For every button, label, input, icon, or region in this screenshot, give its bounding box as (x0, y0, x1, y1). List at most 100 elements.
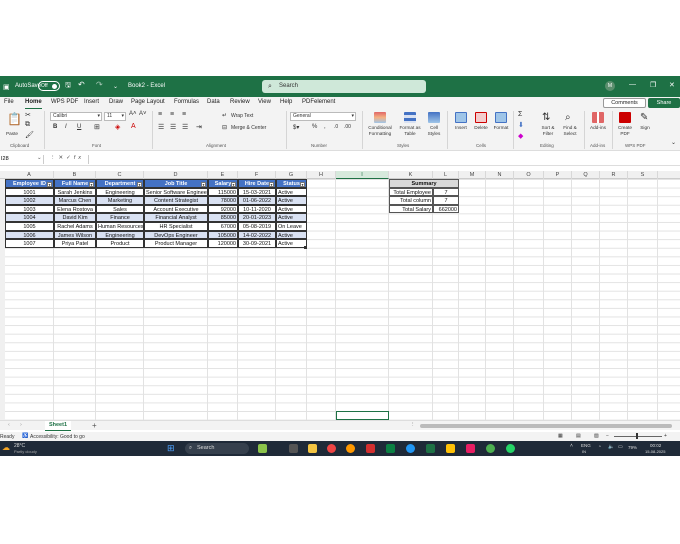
addins-icon[interactable] (592, 112, 604, 123)
autosum-icon[interactable]: Σ (518, 111, 522, 118)
summary-value[interactable]: 662000 (433, 204, 459, 214)
table-cell[interactable]: James Wilson (54, 230, 96, 240)
align-center-icon[interactable]: ☰ (170, 123, 176, 131)
customize-qat-icon[interactable]: ⌄ (113, 83, 118, 90)
table-cell[interactable]: Engineering (96, 230, 144, 240)
table-header-cell[interactable]: Job Title ▾ (144, 179, 208, 188)
fill-icon[interactable]: ⬇ (518, 121, 524, 129)
tab-insert[interactable]: Insert (84, 99, 99, 105)
cell-styles-button[interactable]: Cell Styles (424, 125, 444, 136)
delete-cells-button[interactable]: Delete (471, 125, 491, 131)
find-select-button[interactable]: Find & Select (558, 125, 582, 136)
table-cell[interactable]: 1006 (5, 230, 54, 240)
table-cell[interactable]: HR Specialist (144, 222, 208, 231)
table-header-cell[interactable]: Full Name ▾ (54, 179, 96, 188)
filter-dropdown-icon[interactable]: ▾ (300, 181, 305, 187)
autosave-toggle[interactable]: Off (38, 81, 60, 91)
table-cell[interactable]: DevOps Engineer (144, 230, 208, 240)
bold-icon[interactable]: B (53, 124, 57, 130)
table-cell[interactable]: 1001 (5, 187, 54, 197)
battery-icon[interactable]: ▭ (618, 444, 623, 450)
wifi-icon[interactable]: ◔ (598, 444, 601, 450)
table-cell[interactable]: Sarah Jenkins (54, 187, 96, 197)
taskbar-widget-icon[interactable] (258, 444, 267, 453)
tab-help[interactable]: Help (280, 99, 292, 105)
horizontal-scrollbar[interactable] (420, 424, 672, 428)
table-cell[interactable]: 92000 (208, 204, 238, 214)
column-header[interactable]: M (459, 171, 486, 179)
font-name-select[interactable]: Calibri ▾ (50, 112, 102, 121)
undo-icon[interactable]: ↶ (78, 80, 85, 89)
table-header-cell[interactable]: Salary ▾ (208, 179, 238, 188)
align-bottom-icon[interactable]: ≡ (182, 111, 186, 118)
table-cell[interactable]: Active (276, 239, 307, 248)
table-cell[interactable]: Active (276, 230, 307, 240)
tab-pdfelement[interactable]: PDFelement (302, 99, 335, 105)
create-pdf-button[interactable]: Create PDF (613, 125, 637, 136)
decrease-font-icon[interactable]: A˅ (139, 111, 147, 117)
conditional-formatting-icon[interactable] (374, 112, 386, 123)
paste-icon[interactable]: 📋 (7, 112, 22, 126)
comments-button[interactable]: Comments (603, 98, 646, 108)
table-cell[interactable]: Sales (96, 204, 144, 214)
table-cell[interactable]: 20-01-2023 (238, 213, 276, 222)
format-cells-icon[interactable] (495, 112, 507, 123)
summary-title[interactable]: Summary (389, 179, 459, 188)
column-header[interactable]: H (307, 171, 336, 179)
share-button[interactable]: Share (648, 98, 680, 108)
align-right-icon[interactable]: ☰ (182, 123, 188, 131)
sort-filter-icon[interactable]: ⇅ (542, 112, 550, 123)
sort-filter-button[interactable]: Sort & Filter (536, 125, 560, 136)
tab-draw[interactable]: Draw (109, 99, 123, 105)
summary-label[interactable]: Total Salary (389, 204, 433, 214)
merge-icon[interactable]: ⊟ (222, 124, 227, 131)
insert-cells-button[interactable]: Insert (451, 125, 471, 131)
column-header[interactable]: A (5, 171, 54, 179)
file-explorer-icon[interactable] (308, 444, 317, 453)
collapse-ribbon-icon[interactable]: ⌄ (671, 139, 676, 146)
active-cell[interactable] (336, 411, 389, 420)
table-cell[interactable]: Finance (96, 213, 144, 222)
cut-icon[interactable]: ✂ (25, 111, 31, 119)
normal-view-icon[interactable]: ▦ (558, 433, 563, 439)
redo-icon[interactable]: ↷ (96, 80, 103, 89)
table-cell[interactable]: 115000 (208, 187, 238, 197)
enter-icon[interactable]: ✓ (66, 155, 74, 161)
taskbar-search[interactable]: ⌕ Search (185, 443, 249, 454)
chrome-icon[interactable] (327, 444, 336, 453)
tab-formulas[interactable]: Formulas (174, 99, 199, 105)
whatsapp-icon[interactable] (506, 444, 515, 453)
fill-color-icon[interactable]: ◈ (115, 123, 120, 131)
edge-icon[interactable] (406, 444, 415, 453)
table-header-cell[interactable]: Status ▾ (276, 179, 307, 188)
table-cell[interactable]: 1002 (5, 196, 54, 205)
sign-icon[interactable]: ✎ (640, 112, 648, 123)
filter-dropdown-icon[interactable]: ▾ (269, 181, 274, 187)
app-pink-icon[interactable] (466, 444, 475, 453)
table-cell[interactable]: Human Resources (96, 222, 144, 231)
maximize-icon[interactable]: ❐ (650, 81, 656, 89)
chevron-down-icon[interactable]: ⌄ (37, 155, 42, 161)
table-cell[interactable]: Senior Software Engineer (144, 187, 208, 197)
clear-icon[interactable]: ◆ (518, 132, 523, 140)
table-cell[interactable]: On Leave (276, 222, 307, 231)
add-sheet-icon[interactable]: + (92, 421, 97, 430)
tray-chevron-icon[interactable]: ˄ (570, 443, 573, 449)
more-options-icon[interactable]: ⋮ (410, 422, 416, 428)
close-icon[interactable]: ✕ (669, 81, 675, 89)
create-pdf-icon[interactable] (619, 112, 631, 123)
table-cell[interactable]: 05-08-2019 (238, 222, 276, 231)
excel-taskbar-icon[interactable] (426, 444, 435, 453)
column-header[interactable]: K (389, 171, 433, 179)
table-cell[interactable]: 14-02-2022 (238, 230, 276, 240)
app-l-icon[interactable] (366, 444, 375, 453)
clock-time[interactable]: 00:02 (650, 443, 661, 448)
status-accessibility[interactable]: Accessibility: Good to go (30, 434, 85, 440)
column-header[interactable]: D (144, 171, 208, 179)
comma-icon[interactable]: , (324, 124, 326, 130)
tab-view[interactable]: View (258, 99, 271, 105)
format-as-table-icon[interactable] (404, 112, 416, 123)
prev-sheet-icon[interactable]: ‹ (8, 422, 10, 428)
table-cell[interactable]: Content Strategist (144, 196, 208, 205)
app-green-icon[interactable] (386, 444, 395, 453)
